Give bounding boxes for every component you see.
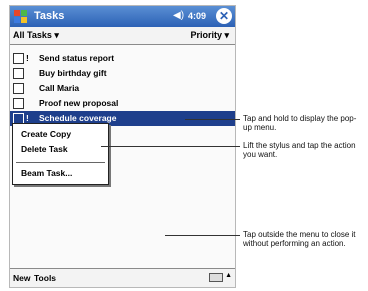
- menu-bar: New Tools ▲: [10, 268, 235, 287]
- ok-button[interactable]: ✕: [216, 8, 232, 24]
- callout-leader-line: [165, 235, 240, 236]
- task-label: Call Maria: [39, 83, 80, 93]
- task-row[interactable]: ! Send status report: [10, 51, 235, 66]
- task-label: Buy birthday gift: [39, 68, 107, 78]
- task-checkbox[interactable]: [13, 53, 24, 64]
- task-checkbox[interactable]: [13, 68, 24, 79]
- menu-item-delete-task[interactable]: Delete Task: [21, 144, 68, 154]
- windows-start-icon[interactable]: [13, 9, 29, 24]
- category-filter-dropdown[interactable]: All Tasks ▾: [13, 30, 59, 41]
- priority-marker: !: [26, 113, 29, 123]
- task-label: Proof new proposal: [39, 98, 119, 108]
- speaker-icon[interactable]: ◀): [173, 10, 184, 21]
- menu-item-create-copy[interactable]: Create Copy: [21, 129, 71, 139]
- task-checkbox[interactable]: [13, 83, 24, 94]
- task-row[interactable]: Buy birthday gift: [10, 66, 235, 81]
- tools-menu[interactable]: Tools: [34, 273, 56, 283]
- task-row[interactable]: Call Maria: [10, 81, 235, 96]
- callout-leader-line: [185, 119, 240, 120]
- task-checkbox[interactable]: [13, 98, 24, 109]
- context-popup-menu: Create Copy Delete Task Beam Task...: [12, 123, 109, 185]
- callout-tap-outside: Tap outside the menu to close it without…: [243, 230, 356, 248]
- menu-item-beam-task[interactable]: Beam Task...: [21, 168, 72, 178]
- task-label: Send status report: [39, 53, 115, 63]
- filter-bar: All Tasks ▾ Priority ▾: [10, 27, 235, 45]
- callout-leader-line: [101, 146, 240, 147]
- callout-lift-stylus: Lift the stylus and tap the action you w…: [243, 141, 356, 159]
- app-title: Tasks: [34, 10, 65, 22]
- title-bar: Tasks ◀) 4:09 ✕: [10, 6, 235, 27]
- callout-tap-and-hold: Tap and hold to display the pop-up menu.: [243, 114, 357, 132]
- menu-divider: [16, 162, 105, 163]
- task-label: Schedule coverage: [39, 113, 117, 123]
- task-row[interactable]: Proof new proposal: [10, 96, 235, 111]
- new-menu[interactable]: New: [13, 273, 30, 283]
- keyboard-icon[interactable]: [209, 273, 223, 282]
- clock[interactable]: 4:09: [188, 11, 206, 21]
- input-selector-arrow-icon[interactable]: ▲: [225, 272, 232, 279]
- sort-dropdown[interactable]: Priority ▾: [190, 30, 229, 41]
- priority-marker: !: [26, 53, 29, 63]
